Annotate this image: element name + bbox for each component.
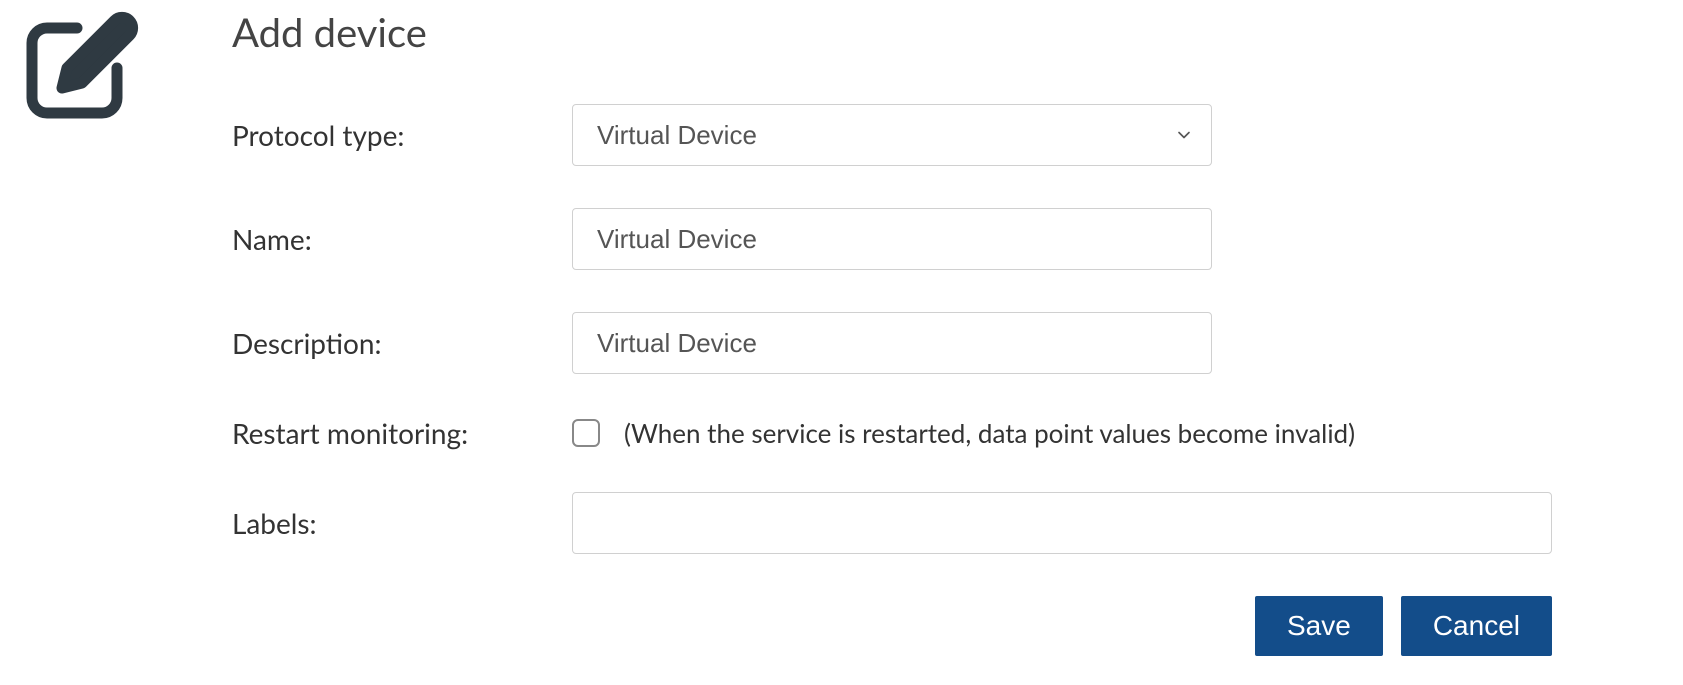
row-restart-monitoring: Restart monitoring: (When the service is… <box>232 416 1552 450</box>
row-name: Name: <box>232 208 1552 270</box>
row-description: Description: <box>232 312 1552 374</box>
label-labels: Labels: <box>232 506 572 540</box>
restart-monitoring-checkbox[interactable] <box>572 419 600 447</box>
labels-input[interactable] <box>572 492 1552 554</box>
edit-note-icon <box>12 113 152 132</box>
content-column: Add device Protocol type: Virtual Device… <box>232 8 1672 656</box>
label-restart-monitoring: Restart monitoring: <box>232 416 572 450</box>
row-protocol-type: Protocol type: Virtual Device <box>232 104 1552 166</box>
name-input[interactable] <box>572 208 1212 270</box>
protocol-type-select-wrap: Virtual Device <box>572 104 1212 166</box>
label-description: Description: <box>232 326 572 360</box>
row-labels: Labels: <box>232 492 1552 554</box>
add-device-form: Add device Protocol type: Virtual Device… <box>0 0 1683 680</box>
button-row: Save Cancel <box>232 596 1552 656</box>
page-title: Add device <box>232 8 1552 56</box>
description-input[interactable] <box>572 312 1212 374</box>
icon-column <box>12 8 232 132</box>
label-name: Name: <box>232 222 572 256</box>
save-button[interactable]: Save <box>1255 596 1383 656</box>
label-protocol-type: Protocol type: <box>232 118 572 152</box>
cancel-button[interactable]: Cancel <box>1401 596 1552 656</box>
protocol-type-select[interactable]: Virtual Device <box>572 104 1212 166</box>
restart-monitoring-help: (When the service is restarted, data poi… <box>624 417 1355 449</box>
restart-monitoring-field: (When the service is restarted, data poi… <box>572 417 1552 449</box>
